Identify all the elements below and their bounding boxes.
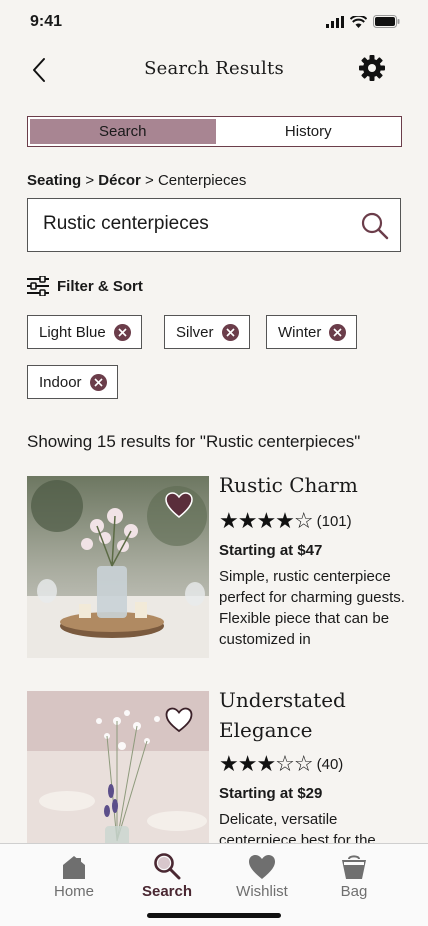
results-summary: Showing 15 results for "Rustic centerpie… (27, 432, 361, 451)
cellular-signal-icon (326, 15, 344, 28)
rating-stars: ★★★☆☆ (219, 751, 314, 776)
chip-label: Silver (176, 323, 214, 341)
remove-chip-button[interactable] (221, 323, 239, 341)
chip-label: Winter (278, 323, 322, 341)
search-input[interactable] (43, 213, 343, 235)
remove-chip-button[interactable] (113, 323, 131, 341)
close-icon (333, 327, 342, 337)
filter-sort-label: Filter & Sort (57, 277, 143, 295)
close-icon (118, 327, 127, 337)
tab-label: Wishlist (236, 883, 288, 900)
tab-wishlist[interactable]: Wishlist (215, 850, 309, 900)
product-image-rustic-charm[interactable] (27, 476, 209, 658)
status-time: 9:41 (30, 13, 63, 30)
filter-chip-light-blue: Light Blue (27, 315, 142, 349)
tab-bag[interactable]: Bag (307, 850, 401, 900)
breadcrumb-separator: > (85, 172, 95, 189)
battery-icon (373, 15, 400, 28)
search-box (27, 198, 401, 252)
product-price: Starting at $47 (219, 542, 323, 559)
tab-search-segment[interactable]: Search (30, 119, 216, 144)
segmented-control: Search History (27, 116, 402, 147)
tab-home[interactable]: Home (27, 850, 121, 900)
product-description: Delicate, versatile centerpiece best for… (219, 811, 376, 843)
filter-chip-winter: Winter (266, 315, 358, 349)
close-icon (225, 327, 235, 337)
product-title[interactable]: Understated Elegance (219, 685, 409, 745)
remove-chip-button[interactable] (89, 373, 107, 391)
wifi-icon (350, 15, 367, 28)
tab-history-segment[interactable]: History (216, 117, 402, 146)
heart-icon[interactable] (165, 492, 193, 518)
breadcrumb-decor[interactable]: Décor (98, 172, 141, 189)
bottom-tab-bar: Home Search Wishlist Bag (0, 843, 428, 926)
search-button[interactable] (360, 211, 390, 241)
settings-button[interactable] (358, 54, 386, 82)
home-indicator (147, 913, 281, 918)
breadcrumb: Seating > Décor > Centerpieces (27, 172, 246, 189)
close-icon (93, 377, 103, 387)
heart-outline-icon[interactable] (165, 707, 193, 733)
tab-label: Bag (340, 883, 368, 900)
chip-label: Indoor (39, 373, 82, 391)
tab-label: Search (141, 883, 193, 900)
home-icon (63, 856, 85, 879)
sliders-icon (27, 276, 49, 296)
chip-label: Light Blue (39, 323, 106, 341)
breadcrumb-seating[interactable]: Seating (27, 172, 81, 189)
product-rating: ★★★★☆ (101) (219, 508, 352, 534)
filter-chip-indoor: Indoor (27, 365, 118, 399)
rating-stars: ★★★★☆ (219, 508, 314, 533)
product-description: Simple, rustic centerpiece perfect for c… (219, 568, 405, 648)
status-icons (326, 15, 400, 28)
product-title[interactable]: Rustic Charm (219, 470, 409, 500)
bag-icon (342, 855, 366, 879)
product-price: Starting at $29 (219, 785, 323, 802)
product-image-understated-elegance[interactable] (27, 691, 209, 843)
header: Search Results (0, 48, 428, 92)
breadcrumb-separator: > (145, 172, 154, 189)
remove-chip-button[interactable] (329, 323, 347, 341)
review-count: (40) (316, 755, 344, 773)
search-icon (154, 853, 181, 880)
tab-label: Home (53, 883, 94, 900)
review-count: (101) (316, 512, 352, 530)
gear-icon (359, 55, 385, 81)
tab-search[interactable]: Search (120, 850, 214, 900)
heart-icon (249, 855, 275, 879)
filter-chip-silver: Silver (164, 315, 250, 349)
search-icon (361, 212, 389, 240)
breadcrumb-centerpieces: Centerpieces (157, 172, 247, 189)
filter-sort-button[interactable]: Filter & Sort (27, 276, 143, 296)
product-rating: ★★★☆☆ (40) (219, 751, 343, 777)
status-bar: 9:41 (0, 0, 428, 44)
